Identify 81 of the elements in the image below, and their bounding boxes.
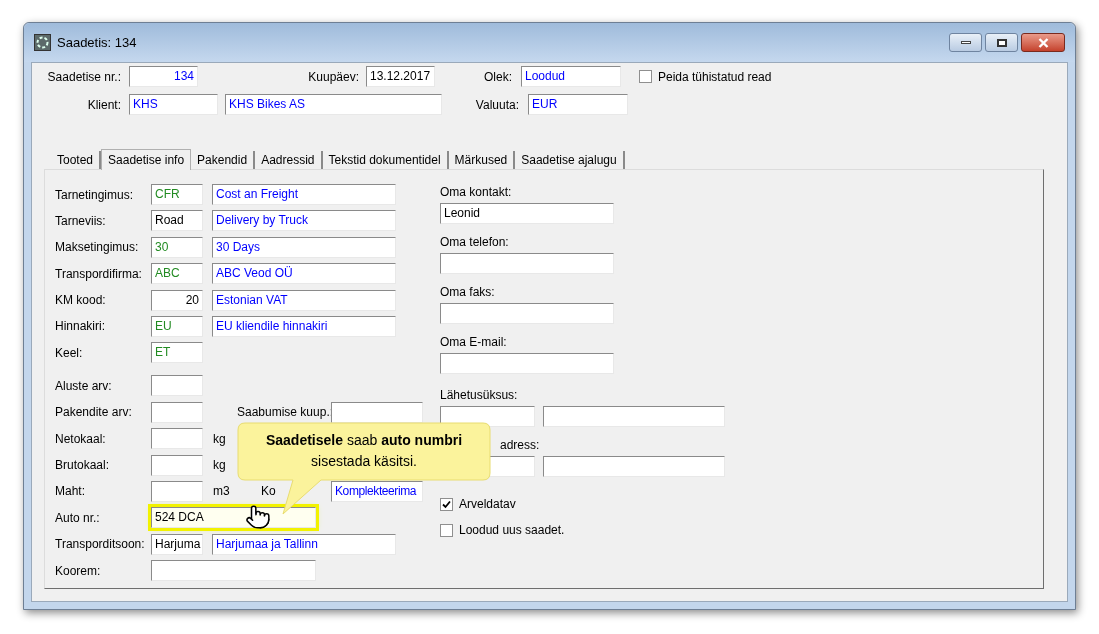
input-field[interactable] [151,560,316,582]
input-field[interactable]: EU [151,315,203,337]
checkbox[interactable] [440,523,453,537]
input-field[interactable] [331,401,423,423]
input-field[interactable]: Cost an Freight [212,184,396,205]
tab[interactable]: Saadetise info [101,149,192,170]
field-label: Keel: [55,344,84,362]
field-label: Transpordifirma: [55,265,143,283]
input-field[interactable]: Delivery by Truck [212,210,396,232]
field-label: Maht: [55,483,86,501]
input-field[interactable]: EU kliendile hinnakiri [212,315,396,337]
field-label: Tarneviis: [55,212,107,230]
field-label: Netokaal: [55,430,107,448]
field-label: Hinnakiri: [55,318,106,336]
maximize-icon [996,38,1007,47]
field-label: Maksetingimus: [55,239,140,257]
input-field[interactable]: ABC Veod OÜ [212,263,396,285]
field-label: Olek: [483,68,513,86]
field-label: Valuuta: [474,96,520,114]
input-field[interactable] [151,428,203,450]
input-field[interactable]: 30 [151,236,203,258]
input-field[interactable]: Harjumaa ja Tallinn [212,533,396,555]
input-field[interactable] [543,456,725,477]
field-label: KM kood: [55,292,107,310]
field-label: Transporditsoon: [55,536,146,554]
input-field[interactable]: Road [151,210,203,232]
input-field[interactable]: ET [151,342,203,364]
field-label: Brutokaal: [55,457,111,474]
input-field[interactable]: ABC [151,263,203,285]
input-field[interactable] [440,253,614,274]
input-field[interactable]: Leonid [440,203,614,224]
input-field[interactable]: KHS [129,94,218,115]
field-label: Aluste arv: [55,377,113,395]
input-field[interactable]: Harjuma [151,533,203,555]
input-field[interactable] [543,406,725,427]
input-field[interactable]: Komplekteerima [331,480,423,502]
input-field[interactable]: Loodud [521,66,621,87]
unit-label: kg [213,457,227,474]
input-field[interactable]: KHS Bikes AS [225,94,442,115]
close-button[interactable] [1021,33,1065,52]
unit-label: kg [213,430,227,448]
input-field[interactable]: 134 [129,66,198,87]
minimize-button[interactable] [949,33,982,52]
input-field[interactable]: CFR [151,184,203,205]
field-label: Koorem: [55,562,102,580]
input-field[interactable] [151,375,203,397]
input-field[interactable]: EUR [528,94,628,115]
input-field[interactable] [151,454,203,476]
input-field[interactable]: 30 Days [212,236,396,258]
checkbox-label: Loodud uus saadet. [459,522,565,539]
field-label: Ko [260,483,277,501]
checkbox-label: Peida tühistatud read [658,68,772,86]
field-label: Pakendite arv: [55,404,133,422]
field-label: Oma kontakt: [440,184,513,200]
field-label: Saadetise nr.: [46,68,122,86]
minimize-icon [960,41,971,44]
window-title: Saadetis: 134 [57,33,137,52]
field-label: Oma E-mail: [440,334,508,350]
checkbox[interactable] [639,70,652,83]
checkbox[interactable] [440,497,453,511]
close-icon [1037,37,1049,48]
hand-cursor-icon [245,504,271,530]
field-label: Kuupäev: [307,68,360,86]
app-icon [34,34,51,51]
input-field[interactable] [151,401,203,423]
field-label: Saabumise kuup.: [237,404,330,422]
field-label: Klient: [86,96,122,114]
unit-label: m3 [213,483,231,501]
input-field[interactable]: 20 [151,289,203,311]
field-label: Oma telefon: [440,234,510,250]
input-field[interactable]: 13.12.2017 [366,66,435,87]
maximize-button[interactable] [985,33,1018,52]
input-field[interactable] [440,303,614,324]
field-label: Lähetusüksus: [440,387,519,403]
field-label: Tarnetingimus: [55,186,135,204]
input-field[interactable]: Estonian VAT [212,289,396,311]
field-label: Oma faks: [440,284,496,300]
checkbox-label: Arveldatav [459,496,516,513]
input-field[interactable] [440,353,614,374]
field-label: Auto nr.: [55,509,101,527]
input-field[interactable] [151,480,203,502]
